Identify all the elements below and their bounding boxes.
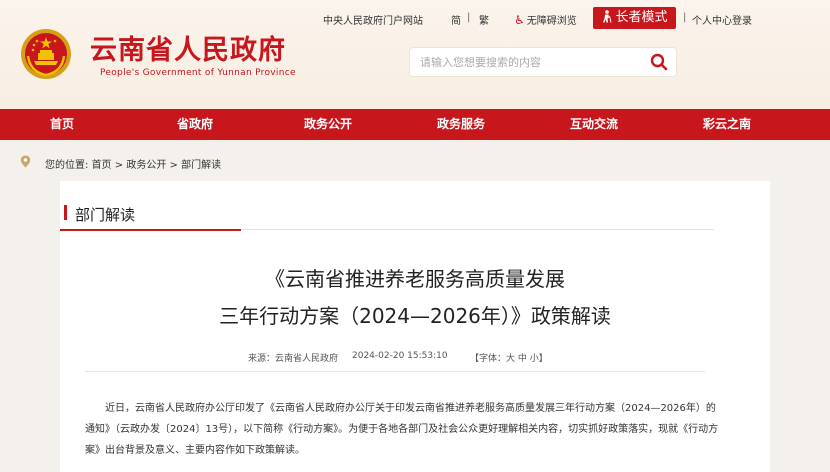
article-paragraph: 近日，云南省人民政府办公厅印发了《云南省人民政府办公厅关于印发云南省推进养老服务… [85,403,719,456]
accessibility-label: 无障碍浏览 [526,16,577,27]
search-icon[interactable] [650,53,668,71]
site-subtitle: People's Government of Yunnan Province [100,68,296,78]
accessibility-icon: ♿ [514,13,525,27]
breadcrumb: 您的位置: 首页 > 政务公开 > 部门解读 [45,156,221,171]
breadcrumb-separator: > [169,160,178,171]
toolbar-separator: | [683,12,687,23]
nav-item-provincial-government[interactable]: 省政府 [177,109,213,140]
section-divider-accent [60,229,241,231]
breadcrumb-current[interactable]: 部门解读 [181,160,221,171]
accessibility-link[interactable]: ♿ 无障碍浏览 [514,12,577,27]
nav-item-government-services[interactable]: 政务服务 [437,109,485,140]
article-source: 来源：云南省人民政府 [248,354,339,364]
lang-traditional-link[interactable]: 繁 [479,12,489,27]
top-utility-bar: 中央人民政府门户网站 简 | 繁 ♿ 无障碍浏览 | 个人中心登录 [0,0,830,36]
breadcrumb-home[interactable]: 首页 [92,160,112,171]
central-portal-link[interactable]: 中央人民政府门户网站 [323,12,423,27]
site-title[interactable]: 云南省人民政府 [90,36,286,66]
font-size-control[interactable]: 【字体：大 中 小】 [470,351,548,364]
nav-item-colorful-yunnan[interactable]: 彩云之南 [703,109,751,140]
breadcrumb-prefix: 您的位置: [45,160,89,171]
search-input[interactable] [420,48,640,76]
user-center-login-link[interactable]: 个人中心登录 [692,12,752,27]
lang-simplified-link[interactable]: 简 [451,12,461,27]
main-nav: 首页 省政府 政务公开 政务服务 互动交流 彩云之南 [0,109,830,140]
article-title-line-2: 三年行动方案（2024—2026年）》政策解读 [219,304,611,328]
national-emblem-icon [21,29,71,79]
nav-item-government-affairs[interactable]: 政务公开 [304,109,352,140]
elder-mode-label: 长者模式 [615,10,668,25]
location-pin-icon [20,155,31,168]
article-title-line-1: 《云南省推进养老服务高质量发展 [265,267,565,291]
breadcrumb-separator: > [114,160,124,171]
section-marker [64,205,67,220]
nav-item-interaction[interactable]: 互动交流 [570,109,618,140]
search-box [410,48,676,76]
nav-item-home[interactable]: 首页 [50,109,74,140]
lang-separator: | [467,12,471,23]
elder-icon [603,10,612,23]
breadcrumb-gov-affairs[interactable]: 政务公开 [126,160,166,171]
elder-mode-button[interactable]: 长者模式 [593,7,676,29]
article-body: 近日，云南省人民政府办公厅印发了《云南省人民政府办公厅关于印发云南省推进养老服务… [85,398,725,461]
section-title: 部门解读 [75,206,136,224]
article-datetime: 2024-02-20 15:53:10 [352,351,448,361]
meta-divider [85,371,705,372]
